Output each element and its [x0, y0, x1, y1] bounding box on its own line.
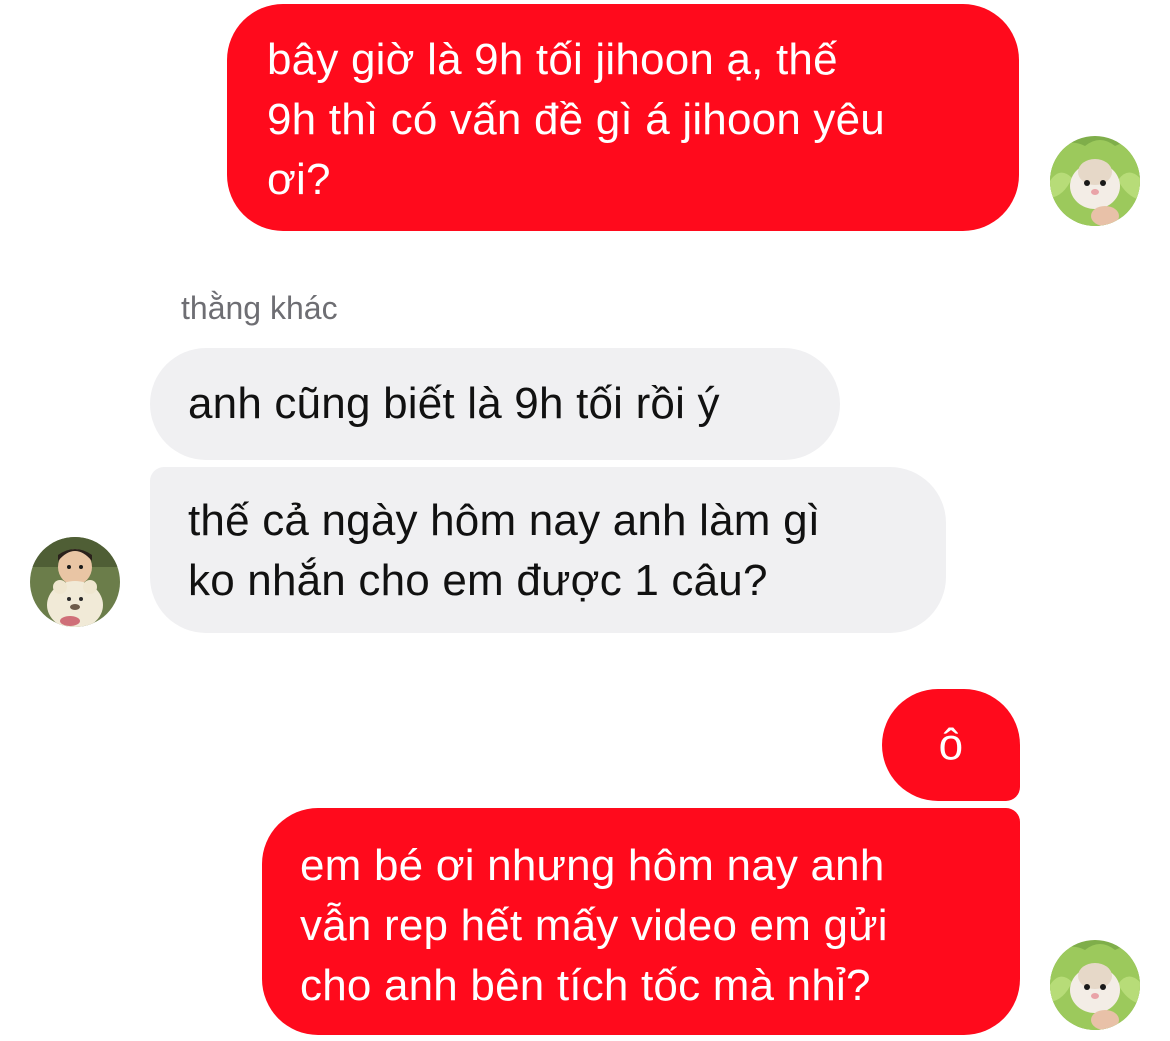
child-with-teddy-bear-avatar[interactable] — [30, 537, 120, 627]
message-text-line: 9h thì có vấn đề gì á jihoon yêu — [267, 95, 885, 144]
hamster-lettuce-avatar[interactable] — [1050, 940, 1140, 1030]
message-text-line: thế cả ngày hôm nay anh làm gì — [188, 496, 821, 545]
incoming-message-bubble[interactable]: thế cả ngày hôm nay anh làm gì ko nhắn c… — [150, 467, 946, 633]
message-text-line: anh cũng biết là 9h tối rồi ý — [188, 379, 720, 428]
message-text-line: bây giờ là 9h tối jihoon ạ, thế — [267, 35, 838, 84]
message-text-line: cho anh bên tích tốc mà nhỉ? — [300, 961, 871, 1010]
message-text-line: ô — [938, 720, 964, 769]
incoming-message-bubble[interactable]: anh cũng biết là 9h tối rồi ý — [150, 348, 840, 460]
outgoing-message-bubble[interactable]: ô — [882, 689, 1020, 801]
outgoing-message-bubble[interactable]: em bé ơi nhưng hôm nay anh vẫn rep hết m… — [262, 808, 1020, 1035]
message-text-line: ơi? — [267, 155, 331, 204]
child-avatar-icon — [30, 537, 120, 627]
message-text-line: ko nhắn cho em được 1 câu? — [188, 556, 768, 605]
hamster-avatar-icon — [1050, 136, 1140, 226]
message-text-line: vẫn rep hết mấy video em gửi — [300, 901, 888, 950]
sender-name: thằng khác — [181, 290, 338, 326]
hamster-lettuce-avatar[interactable] — [1050, 136, 1140, 226]
outgoing-message-bubble[interactable]: bây giờ là 9h tối jihoon ạ, thế 9h thì c… — [227, 4, 1019, 231]
hamster-avatar-icon — [1050, 940, 1140, 1030]
message-text-line: em bé ơi nhưng hôm nay anh — [300, 841, 885, 890]
